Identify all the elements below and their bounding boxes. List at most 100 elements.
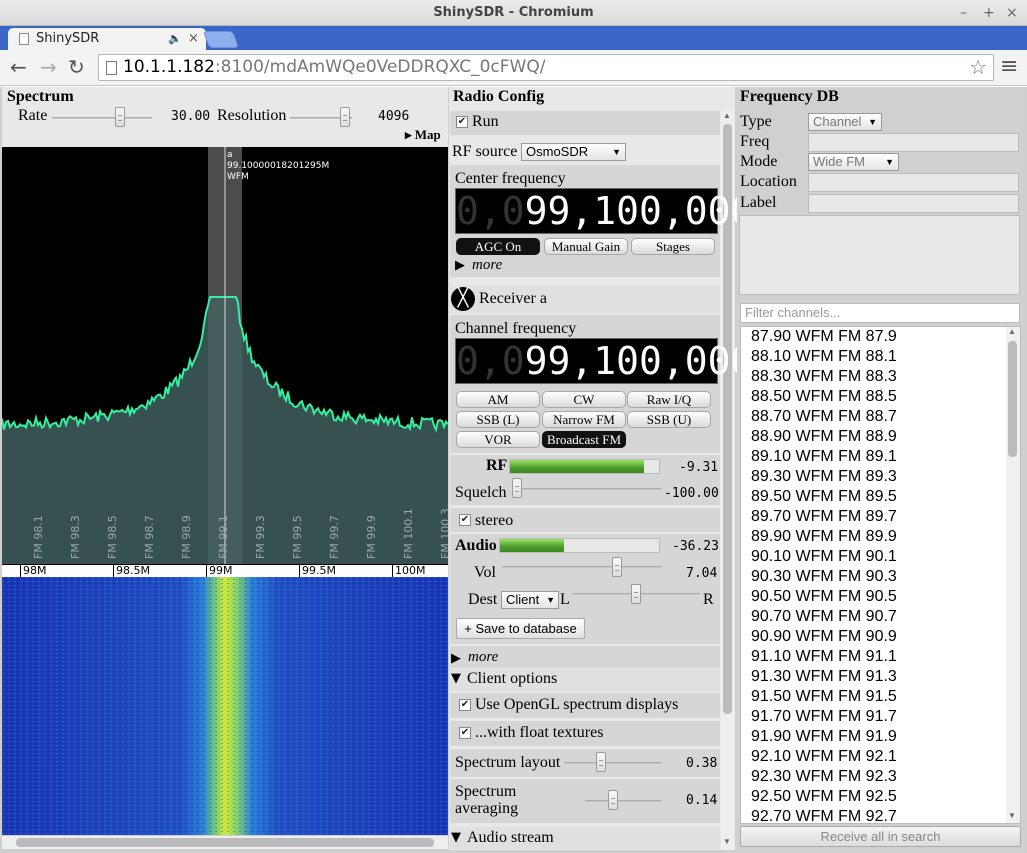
receive-all-button[interactable]: Receive all in search bbox=[740, 826, 1021, 847]
url-host: 10.1.1.182 bbox=[123, 57, 215, 77]
menu-icon[interactable]: ≡ bbox=[1000, 56, 1018, 78]
spectrum-averaging-slider-track[interactable] bbox=[585, 800, 661, 802]
mode-narrow-fm-button[interactable]: Narrow FM bbox=[542, 411, 626, 428]
address-bar[interactable]: 10.1.1.182:8100/mdAmWQe0VeDDRQXC_0cFWQ/ … bbox=[98, 54, 994, 81]
channel-list-item[interactable]: 91.90 WFM FM 91.9 bbox=[741, 727, 1020, 747]
channel-list-item[interactable]: 87.90 WFM FM 87.9 bbox=[741, 327, 1020, 347]
channel-list[interactable]: 87.90 WFM FM 87.9 88.10 WFM FM 88.1 88.30 … bbox=[740, 326, 1021, 824]
expand-triangle-icon[interactable]: ▶ bbox=[455, 258, 465, 273]
type-select[interactable]: Channel ▼ bbox=[808, 113, 882, 131]
channel-list-item[interactable]: 90.30 WFM FM 90.3 bbox=[741, 567, 1020, 587]
map-link[interactable]: ▸ Map bbox=[405, 127, 441, 143]
horizontal-scrollbar[interactable] bbox=[2, 835, 448, 849]
new-tab-button[interactable] bbox=[202, 31, 240, 48]
dest-select[interactable]: Client ▼ bbox=[501, 591, 559, 609]
float-textures-checkbox[interactable]: ✔ bbox=[459, 727, 471, 739]
channel-list-item[interactable]: 88.70 WFM FM 88.7 bbox=[741, 407, 1020, 427]
channel-frequency-display[interactable]: 0,099,100,000 bbox=[455, 338, 753, 384]
close-window-button[interactable]: × bbox=[1006, 0, 1018, 26]
rate-slider-track[interactable] bbox=[52, 117, 152, 119]
notes-textarea[interactable] bbox=[739, 215, 1020, 295]
spectrum-layout-slider-thumb[interactable] bbox=[596, 752, 606, 772]
mode-raw-iq-button[interactable]: Raw I/Q bbox=[627, 391, 711, 408]
channel-list-item[interactable]: 89.50 WFM FM 89.5 bbox=[741, 487, 1020, 507]
vol-slider-thumb[interactable] bbox=[612, 557, 622, 577]
horizontal-scrollbar-thumb[interactable] bbox=[16, 838, 434, 847]
filter-channels-input[interactable]: Filter channels... bbox=[740, 303, 1020, 323]
spectrum-averaging-value: 0.14 bbox=[686, 793, 718, 808]
close-icon[interactable]: ╳ bbox=[451, 287, 475, 311]
reload-button[interactable]: ↻ bbox=[68, 57, 85, 77]
agc-on-button[interactable]: AGC On bbox=[456, 238, 540, 255]
forward-button[interactable]: → bbox=[40, 57, 57, 77]
bookmark-star-icon[interactable]: ☆ bbox=[969, 55, 987, 80]
spectrum-layout-value: 0.38 bbox=[686, 756, 718, 771]
resolution-slider-thumb[interactable] bbox=[340, 107, 350, 127]
tab-bar: ShinySDR 🔈 × bbox=[0, 26, 1027, 50]
location-field[interactable] bbox=[808, 173, 1019, 192]
mode-vor-button[interactable]: VOR bbox=[456, 431, 540, 448]
channel-list-item[interactable]: 91.50 WFM FM 91.5 bbox=[741, 687, 1020, 707]
channel-list-item[interactable]: 92.70 WFM FM 92.7 bbox=[741, 807, 1020, 823]
channel-list-item[interactable]: 92.50 WFM FM 92.5 bbox=[741, 787, 1020, 807]
opengl-checkbox[interactable]: ✔ bbox=[459, 699, 471, 711]
save-to-database-button[interactable]: + Save to database bbox=[456, 618, 585, 639]
channel-list-item[interactable]: 89.90 WFM FM 89.9 bbox=[741, 527, 1020, 547]
spectrum-averaging-slider-thumb[interactable] bbox=[608, 790, 618, 810]
mode-ssb-u-button[interactable]: SSB (U) bbox=[627, 411, 711, 428]
channel-list-item[interactable]: 89.70 WFM FM 89.7 bbox=[741, 507, 1020, 527]
rf-source-select[interactable]: OsmoSDR ▼ bbox=[521, 143, 626, 161]
channel-list-item[interactable]: 90.90 WFM FM 90.9 bbox=[741, 627, 1020, 647]
receiver-label: Receiver a bbox=[479, 290, 547, 307]
balance-slider-thumb[interactable] bbox=[631, 584, 641, 604]
channel-list-item[interactable]: 90.70 WFM FM 90.7 bbox=[741, 607, 1020, 627]
channel-list-item[interactable]: 88.90 WFM FM 88.9 bbox=[741, 427, 1020, 447]
more-link-1[interactable]: more bbox=[472, 257, 502, 274]
freq-field[interactable] bbox=[808, 133, 1019, 152]
squelch-slider-track[interactable] bbox=[513, 488, 661, 490]
minimize-button[interactable]: – bbox=[960, 0, 967, 26]
channel-list-item[interactable]: 91.30 WFM FM 91.3 bbox=[741, 667, 1020, 687]
expand-triangle-icon[interactable]: ▶ bbox=[451, 651, 461, 666]
channel-list-scrollbar[interactable]: ▲ ▼ bbox=[1006, 327, 1020, 823]
spectrum-layout-slider-track[interactable] bbox=[564, 762, 662, 764]
waterfall-display[interactable] bbox=[2, 577, 448, 835]
vol-slider-track[interactable] bbox=[502, 566, 662, 568]
manual-gain-button[interactable]: Manual Gain bbox=[544, 238, 628, 255]
spectrum-averaging-label-line2: averaging bbox=[455, 800, 519, 817]
mode-am-button[interactable]: AM bbox=[456, 391, 540, 408]
channel-list-item[interactable]: 92.30 WFM FM 92.3 bbox=[741, 767, 1020, 787]
collapse-triangle-icon[interactable]: ▼ bbox=[451, 671, 461, 686]
browser-tab[interactable]: ShinySDR 🔈 × bbox=[8, 28, 206, 50]
label-field[interactable] bbox=[808, 194, 1019, 213]
channel-list-item[interactable]: 89.30 WFM FM 89.3 bbox=[741, 467, 1020, 487]
channel-list-item[interactable]: 88.50 WFM FM 88.5 bbox=[741, 387, 1020, 407]
tab-close-icon[interactable]: × bbox=[188, 28, 199, 50]
collapse-triangle-icon[interactable]: ▼ bbox=[451, 830, 461, 845]
back-button[interactable]: ← bbox=[10, 57, 27, 77]
channel-list-item[interactable]: 91.70 WFM FM 91.7 bbox=[741, 707, 1020, 727]
channel-list-item[interactable]: 88.10 WFM FM 88.1 bbox=[741, 347, 1020, 367]
more-link-2[interactable]: more bbox=[468, 649, 498, 666]
mode-cw-button[interactable]: CW bbox=[542, 391, 626, 408]
run-checkbox[interactable]: ✔ bbox=[456, 116, 468, 128]
speaker-icon: 🔈 bbox=[168, 32, 182, 45]
channel-list-item[interactable]: 92.10 WFM FM 92.1 bbox=[741, 747, 1020, 767]
stereo-checkbox[interactable]: ✔ bbox=[459, 514, 471, 526]
rate-slider-thumb[interactable] bbox=[115, 107, 125, 127]
channel-list-scrollbar-thumb[interactable] bbox=[1008, 341, 1017, 457]
stages-button[interactable]: Stages bbox=[631, 238, 715, 255]
mode-broadcast-fm-button[interactable]: Broadcast FM bbox=[542, 431, 626, 448]
channel-list-item[interactable]: 89.10 WFM FM 89.1 bbox=[741, 447, 1020, 467]
channel-list-item[interactable]: 90.50 WFM FM 90.5 bbox=[741, 587, 1020, 607]
resolution-value: 4096 bbox=[378, 109, 410, 124]
center-frequency-display[interactable]: 0,099,100,000 bbox=[455, 188, 753, 234]
squelch-slider-thumb[interactable] bbox=[512, 478, 522, 498]
spectrum-plot[interactable]: a 99.10000018201295M WFM FM 98.1 FM 98.3 F… bbox=[2, 147, 448, 565]
maximize-button[interactable]: + bbox=[983, 0, 995, 26]
channel-list-item[interactable]: 88.30 WFM FM 88.3 bbox=[741, 367, 1020, 387]
channel-list-item[interactable]: 91.10 WFM FM 91.1 bbox=[741, 647, 1020, 667]
mode-select[interactable]: Wide FM ▼ bbox=[808, 153, 899, 171]
channel-list-item[interactable]: 90.10 WFM FM 90.1 bbox=[741, 547, 1020, 567]
mode-ssb-l-button[interactable]: SSB (L) bbox=[456, 411, 540, 428]
